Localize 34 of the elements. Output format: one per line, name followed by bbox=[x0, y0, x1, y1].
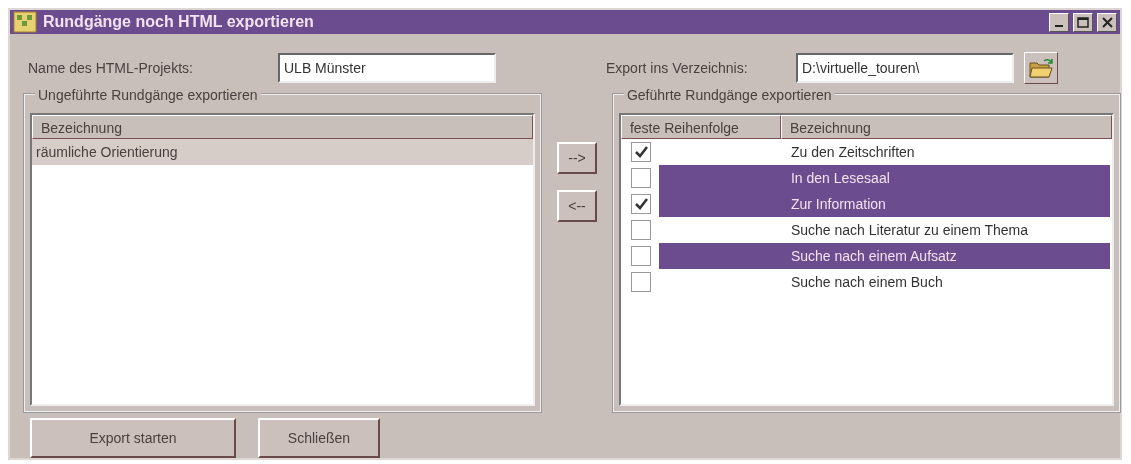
folder-icon bbox=[1028, 57, 1054, 80]
checkbox[interactable] bbox=[630, 168, 651, 188]
list-item[interactable]: Suche nach Literatur zu einem Thema bbox=[658, 217, 1110, 243]
close-icon bbox=[1101, 16, 1113, 28]
column-header: Bezeichnung bbox=[780, 115, 1112, 139]
checkbox[interactable] bbox=[630, 142, 651, 162]
directory-field[interactable]: D:\virtuelle_touren\ bbox=[796, 53, 1014, 83]
close-button[interactable] bbox=[1097, 12, 1117, 32]
list-item[interactable]: Zur Information bbox=[658, 191, 1110, 217]
checkbox[interactable] bbox=[630, 246, 651, 266]
minimize-button[interactable] bbox=[1049, 12, 1069, 32]
field-label: Name des HTML-Projekts: bbox=[28, 58, 194, 78]
app-icon bbox=[13, 11, 37, 33]
column-header: Bezeichnung bbox=[32, 115, 534, 139]
checkbox[interactable] bbox=[630, 194, 651, 214]
move-button[interactable]: <-- bbox=[557, 190, 597, 222]
list-item[interactable]: Suche nach einem Buch bbox=[658, 269, 1110, 295]
list-item[interactable]: Suche nach einem Aufsatz bbox=[658, 243, 1110, 269]
checkbox[interactable] bbox=[630, 220, 651, 240]
list-item[interactable]: räumliche Orientierung bbox=[32, 139, 534, 165]
window-title: Rundgänge noch HTML exportieren bbox=[43, 12, 314, 32]
export-button[interactable]: Export starten bbox=[30, 418, 236, 458]
minimize-icon bbox=[1055, 25, 1063, 27]
maximize-button[interactable] bbox=[1073, 12, 1093, 32]
checkbox[interactable] bbox=[630, 272, 651, 292]
field-label: Export ins Verzeichnis: bbox=[606, 58, 749, 78]
list-item[interactable]: Zu den Zeitschriften bbox=[658, 139, 1110, 165]
close-button[interactable]: Schließen bbox=[258, 418, 380, 458]
list-item[interactable]: In den Lesesaal bbox=[658, 165, 1110, 191]
browse-button[interactable] bbox=[1024, 52, 1058, 84]
move-button[interactable]: --> bbox=[557, 142, 597, 174]
maximize-icon bbox=[1077, 16, 1089, 28]
project-name-field[interactable]: ULB Münster bbox=[278, 53, 496, 83]
column-header: feste Reihenfolge bbox=[620, 115, 781, 139]
